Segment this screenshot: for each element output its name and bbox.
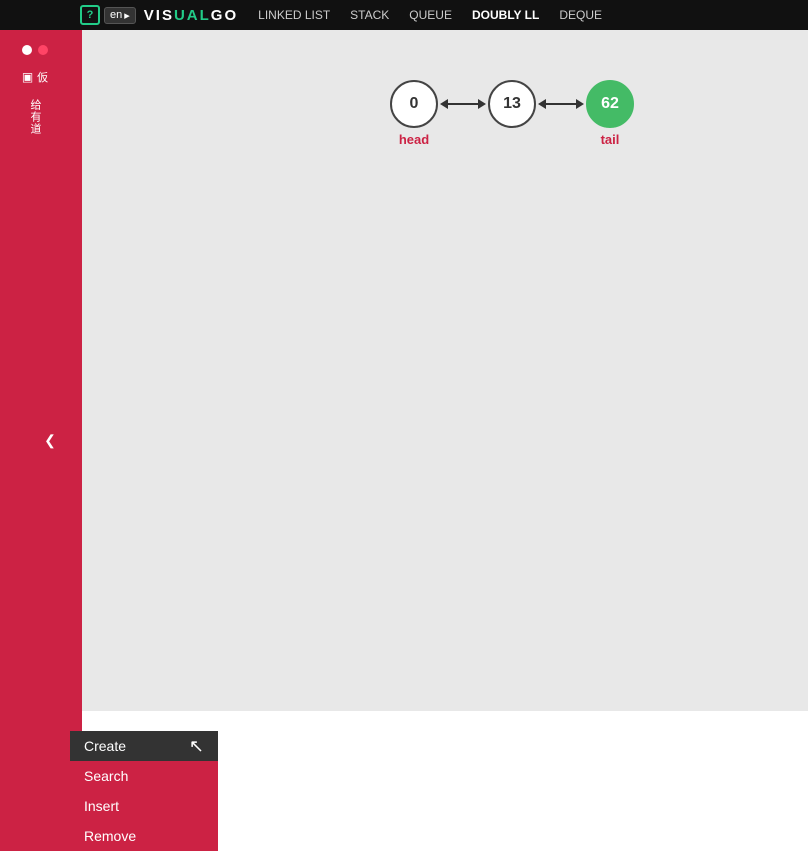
sidebar-text: 给有道 <box>27 99 43 135</box>
sidebar-icon: ▣ <box>22 70 33 84</box>
sidebar-icon-row: ▣ 仮 <box>0 65 70 89</box>
menu-item-insert[interactable]: Insert <box>70 791 218 821</box>
left-sidebar: ▣ 仮 给有道 ❮ <box>0 0 70 851</box>
menu-insert-label: Insert <box>84 798 119 814</box>
lang-text: en <box>110 9 122 21</box>
cursor-icon: ↖ <box>189 736 204 757</box>
nav-doubly-ll[interactable]: DOUBLY LL <box>462 0 549 30</box>
sidebar-char: 仮 <box>37 69 48 85</box>
lang-arrow: ▸ <box>124 9 130 22</box>
sidebar-red-panel: ▣ 仮 给有道 ❮ <box>0 30 70 851</box>
menu-item-create[interactable]: Create ↖ <box>70 731 218 761</box>
nav-queue[interactable]: QUEUE <box>399 0 462 30</box>
arrow-line <box>446 103 478 105</box>
menu-search-label: Search <box>84 768 128 784</box>
menu-create-label: Create <box>84 738 126 754</box>
nav-stack[interactable]: STACK <box>340 0 399 30</box>
node-13-value: 13 <box>503 95 521 113</box>
node-0-circle: 0 <box>390 80 438 128</box>
dot-2 <box>38 45 48 55</box>
node-62: 62 tail <box>586 80 634 147</box>
sidebar-dots <box>22 45 48 55</box>
logo-icon: ? <box>80 5 100 25</box>
node-13-circle: 13 <box>488 80 536 128</box>
top-navbar: ? en ▸ VISUALGO LINKED LIST STACK QUEUE … <box>70 0 808 30</box>
node-62-circle: 62 <box>586 80 634 128</box>
node-62-label: tail <box>601 132 620 147</box>
nav-linked-list[interactable]: LINKED LIST <box>248 0 340 30</box>
menu-dropdown: Create ↖ Search Insert Remove <box>70 731 218 851</box>
arrow-head-icon <box>478 99 486 109</box>
arrow-13-62 <box>538 99 584 109</box>
arrow-0-13 <box>440 99 486 109</box>
sidebar-logo <box>0 0 70 30</box>
nav-links: LINKED LIST STACK QUEUE DOUBLY LL DEQUE <box>248 0 612 30</box>
menu-remove-label: Remove <box>84 828 136 844</box>
arrow-head-icon-2 <box>576 99 584 109</box>
linked-list-visualization: 0 head 13 x 62 tail <box>390 80 634 147</box>
logo-area: ? en ▸ VISUALGO <box>70 5 248 25</box>
main-canvas: 0 head 13 x 62 tail <box>70 30 808 711</box>
menu-item-search[interactable]: Search <box>70 761 218 791</box>
node-0: 0 head <box>390 80 438 147</box>
node-0-label: head <box>399 132 429 147</box>
menu-item-remove[interactable]: Remove <box>70 821 218 851</box>
nav-deque[interactable]: DEQUE <box>549 0 612 30</box>
dot-1 <box>22 45 32 55</box>
node-62-value: 62 <box>601 95 619 113</box>
brand-logo: VISUALGO <box>144 7 238 24</box>
sidebar-collapse-btn[interactable]: ❮ <box>38 421 62 461</box>
node-0-value: 0 <box>410 95 419 113</box>
node-13: 13 x <box>488 80 536 147</box>
arrow-line-2 <box>544 103 576 105</box>
language-selector[interactable]: en ▸ <box>104 7 136 24</box>
